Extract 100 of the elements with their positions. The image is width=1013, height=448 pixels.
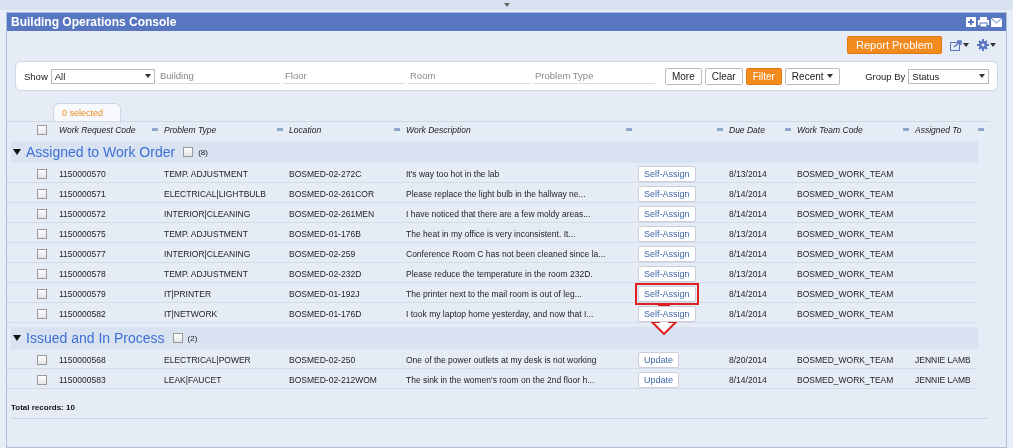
table-cell-text: BOSMED-01-176D [289, 309, 363, 319]
recent-menu-button[interactable]: Recent [784, 67, 840, 85]
table-cell-text: BOSMED_WORK_TEAM [797, 289, 895, 299]
table-cell-text: JENNIE LAMB [915, 375, 972, 385]
row-checkbox[interactable] [37, 289, 47, 299]
table-cell-text: BOSMED-02-261COR [289, 189, 376, 199]
table-cell-text: 8/14/2014 [729, 309, 768, 319]
table-cell-text: BOSMED-02-232D [289, 269, 363, 279]
caret-icon [145, 74, 151, 78]
table-cell-text: LEAK|FAUCET [164, 375, 223, 385]
row-checkbox[interactable] [37, 249, 47, 259]
group-title: Assigned to Work Order [26, 144, 176, 160]
row-checkbox[interactable] [37, 169, 47, 179]
table-cell-text: Conference Room C has not been cleaned since la... [406, 249, 607, 259]
table-cell-text: BOSMED_WORK_TEAM [797, 355, 895, 365]
add-icon[interactable] [966, 17, 976, 27]
export-icon [950, 39, 962, 51]
expanded-icon[interactable] [13, 334, 21, 342]
caret-icon [963, 43, 969, 47]
caret-icon [826, 74, 833, 78]
window-title: Building Operations Console [11, 15, 177, 29]
row-action-button[interactable]: Self-Assign [638, 306, 696, 322]
table-cell-text: BOSMED-01-192J [289, 289, 361, 299]
table-cell-text: IT|PRINTER [164, 289, 213, 299]
row-action-button[interactable]: Self-Assign [638, 246, 696, 262]
row-checkbox[interactable] [37, 309, 47, 319]
filter-bar-button[interactable]: Clear [704, 67, 743, 85]
table-cell-text: INTERIOR|CLEANING [164, 209, 252, 219]
show-select[interactable]: All [50, 68, 155, 84]
table-cell-text: 8/13/2014 [729, 229, 768, 239]
table-cell-text: 1150000579 [59, 289, 107, 299]
table-cell-text: BOSMED_WORK_TEAM [797, 189, 895, 199]
column-header[interactable]: Work Team Code [797, 124, 863, 135]
table-cell-text: IT|NETWORK [164, 309, 219, 319]
table-cell-text: I have noticed that there are a few moldy areas... [406, 209, 592, 219]
row-checkbox[interactable] [37, 355, 47, 365]
table-cell-text: It's way too hot in the lab [406, 169, 501, 179]
table-cell-text: 1150000582 [59, 309, 107, 319]
settings-menu-button[interactable] [977, 39, 996, 51]
table-cell-text: 1150000577 [59, 249, 107, 259]
column-header[interactable]: Work Request Code [59, 124, 136, 135]
settings-icon [977, 39, 989, 51]
row-checkbox[interactable] [37, 189, 47, 199]
caret-icon [990, 43, 996, 47]
table-cell-text: I took my laptop home yesterday, and now that I... [406, 309, 595, 319]
group-by-label: Group By [865, 70, 906, 82]
table-cell-text: 8/13/2014 [729, 269, 768, 279]
column-header[interactable]: Problem Type [164, 124, 217, 135]
table-cell-text: BOSMED_WORK_TEAM [797, 309, 895, 319]
row-action-button[interactable]: Self-Assign [638, 186, 696, 202]
table-cell-text: TEMP. ADJUSTMENT [164, 269, 249, 279]
column-header[interactable]: Work Description [406, 124, 471, 135]
show-label: Show [24, 70, 48, 82]
printer-icon[interactable] [978, 17, 989, 27]
table-cell-text: Please replace the light bulb in the hallway ne... [406, 189, 587, 199]
collapse-handle-icon[interactable] [503, 3, 510, 7]
table-cell-text: BOSMED-02-261MEN [289, 209, 376, 219]
table-cell-text: 1150000570 [59, 169, 107, 179]
group-by-select[interactable]: Status [908, 68, 989, 84]
row-action-button[interactable]: Update [638, 352, 680, 368]
table-cell-text: BOSMED_WORK_TEAM [797, 375, 895, 385]
row-action-button[interactable]: Self-Assign [638, 226, 696, 242]
row-checkbox[interactable] [37, 209, 47, 219]
table-cell-text: INTERIOR|CLEANING [164, 249, 252, 259]
export-menu-button[interactable] [950, 39, 969, 51]
table-cell-text: BOSMED-02-259 [289, 249, 357, 259]
column-header[interactable]: Assigned To [915, 124, 962, 135]
row-checkbox[interactable] [37, 229, 47, 239]
group-checkbox[interactable] [183, 147, 194, 157]
table-cell-text: Please reduce the temperature in the room 232D. [406, 269, 594, 279]
column-header[interactable]: Due Date [729, 124, 765, 135]
group-checkbox[interactable] [172, 333, 183, 343]
table-cell-text: 1150000583 [59, 375, 107, 385]
table-cell-text: BOSMED_WORK_TEAM [797, 169, 895, 179]
table-cell-text: 8/13/2014 [729, 169, 768, 179]
filter-bar-button[interactable]: More [664, 67, 702, 85]
table-cell-text: BOSMED_WORK_TEAM [797, 229, 895, 239]
row-action-button[interactable]: Self-Assign [638, 286, 696, 302]
row-action-button[interactable]: Update [638, 372, 680, 388]
table-cell-text: One of the power outlets at my desk is not working [406, 355, 598, 365]
total-records: Total records: 10 [11, 403, 76, 412]
table-cell-text: ELECTRICAL|POWER [164, 355, 252, 365]
table-cell-text: 8/14/2014 [729, 209, 768, 219]
row-action-button[interactable]: Self-Assign [638, 206, 696, 222]
group-title: Issued and In Process [26, 330, 165, 346]
table-cell-text: 8/14/2014 [729, 189, 768, 199]
table-cell-text: 1150000568 [59, 355, 107, 365]
table-cell-text: ELECTRICAL|LIGHTBULB [164, 189, 267, 199]
row-action-button[interactable]: Self-Assign [638, 166, 696, 182]
mail-icon[interactable] [991, 17, 1002, 27]
table-cell-text: BOSMED_WORK_TEAM [797, 209, 895, 219]
column-header[interactable]: Location [289, 124, 322, 135]
table-cell-text: 8/14/2014 [729, 375, 768, 385]
row-action-button[interactable]: Self-Assign [638, 266, 696, 282]
table-cell-text: 8/14/2014 [729, 289, 768, 299]
row-checkbox[interactable] [37, 375, 47, 385]
select-all-checkbox[interactable] [37, 124, 47, 135]
row-checkbox[interactable] [37, 269, 47, 279]
expanded-icon[interactable] [13, 148, 21, 156]
table-cell-text: 1150000571 [59, 189, 107, 199]
